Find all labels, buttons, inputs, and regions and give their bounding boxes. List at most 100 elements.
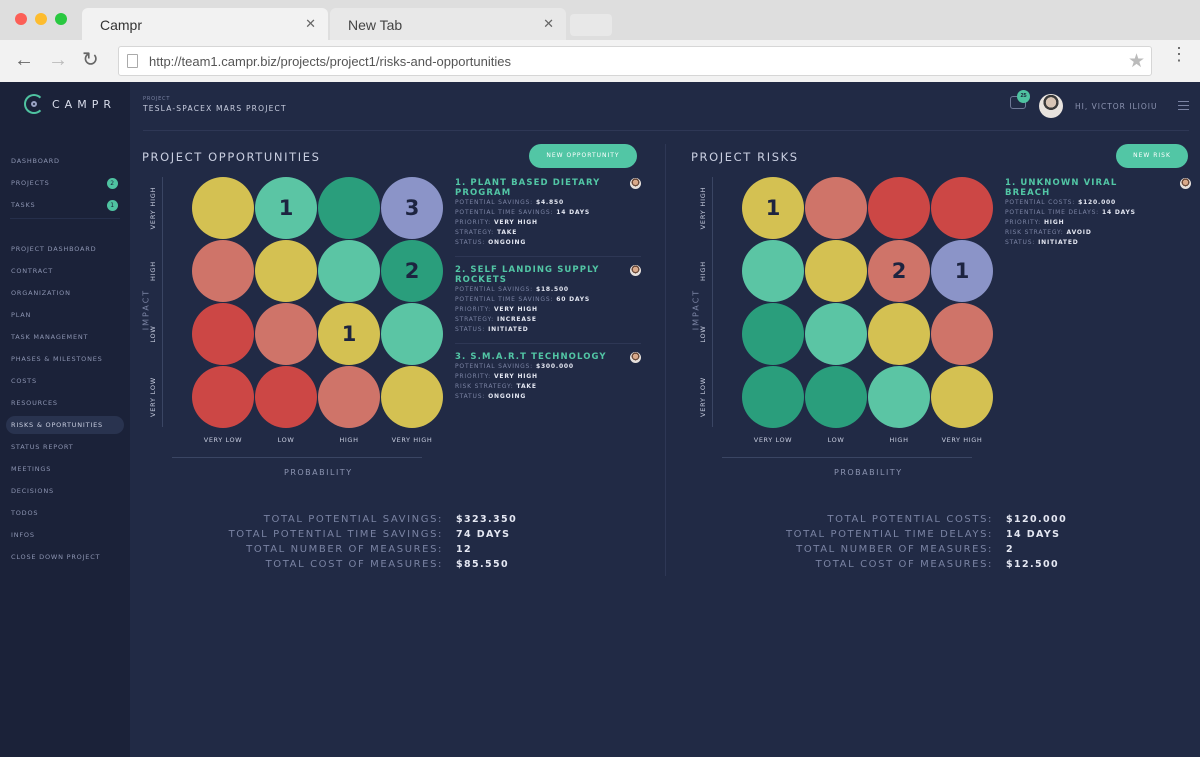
sidebar-item-dashboard[interactable]: DASHBOARD [6, 152, 124, 170]
matrix-cell-salmon[interactable] [931, 303, 993, 365]
matrix-cell-salmon[interactable] [192, 240, 254, 302]
field-value: $300.000 [535, 363, 574, 370]
new-tab-button[interactable] [570, 14, 612, 36]
campr-logo[interactable]: CAMPR [24, 94, 124, 120]
list-item[interactable]: 1. UNKNOWN VIRAL BREACH POTENTIAL COSTS: $… [1005, 178, 1191, 256]
matrix-cell-red[interactable] [192, 366, 254, 428]
matrix-cell-salmon[interactable] [255, 303, 317, 365]
address-bar[interactable]: http://team1.campr.biz/projects/project1… [118, 46, 1152, 76]
field-label: POTENTIAL TIME DELAYS: [1005, 209, 1100, 216]
matrix-cell-green[interactable]: 2 [381, 240, 443, 302]
item-title[interactable]: 3. S.M.A.R.T TECHNOLOGY [455, 352, 615, 362]
field-label: STATUS: [455, 393, 486, 400]
total-value: $323.350 [456, 514, 518, 525]
sidebar-item-projects[interactable]: PROJECTS 2 [6, 174, 124, 192]
matrix-cell-mint[interactable] [318, 240, 380, 302]
matrix-cell-lavender[interactable]: 3 [381, 177, 443, 256]
maximize-window-button[interactable] [55, 13, 67, 25]
back-arrow-icon[interactable]: ← [14, 50, 34, 70]
total-value: $85.550 [456, 559, 510, 570]
matrix-cell-red[interactable] [255, 366, 317, 428]
section-divider [665, 144, 666, 576]
list-item[interactable]: 3. S.M.A.R.T TECHNOLOGY POTENTIAL SAVINGS… [455, 352, 641, 410]
matrix-cell-salmon[interactable] [805, 177, 867, 239]
page-icon [127, 54, 138, 68]
matrix-cell-yellow[interactable] [805, 240, 867, 302]
sidebar-item-label: PROJECTS [11, 179, 50, 187]
sidebar-item-close-down-project[interactable]: CLOSE DOWN PROJECT [6, 548, 124, 566]
new-risk-button[interactable]: NEW RISK [1116, 144, 1188, 168]
matrix-cell-yellow[interactable]: 1 [318, 303, 380, 365]
sidebar-item-tasks[interactable]: TASKS 1 [6, 196, 124, 214]
matrix-cell-salmon[interactable] [318, 366, 380, 428]
close-tab-icon[interactable]: ✕ [305, 16, 316, 32]
matrix-cell-yellow[interactable] [931, 366, 993, 428]
matrix-cell-green[interactable] [805, 366, 867, 428]
reload-icon[interactable]: ↻ [82, 50, 99, 70]
list-item[interactable]: 2. SELF LANDING SUPPLY ROCKETS POTENTIAL … [455, 265, 641, 344]
new-opportunity-button[interactable]: NEW OPPORTUNITY [529, 144, 637, 168]
sidebar-item-risks-oportunities[interactable]: RISKS & OPORTUNITIES [6, 416, 124, 434]
matrix-cell-lavender[interactable]: 1 [931, 240, 993, 319]
sidebar-item-todos[interactable]: TODOS [6, 504, 124, 522]
matrix-cell-yellow[interactable] [868, 303, 930, 365]
sidebar-item-costs[interactable]: COSTS [6, 372, 124, 390]
browser-menu-icon[interactable]: ⋮ [1170, 45, 1188, 63]
hamburger-menu-icon[interactable] [1178, 101, 1189, 110]
field-value: $120.000 [1078, 199, 1116, 206]
sidebar-item-infos[interactable]: INFOS [6, 526, 124, 544]
matrix-cell-mint[interactable] [381, 303, 443, 365]
matrix-cell-mint[interactable] [742, 240, 804, 302]
field-value: 14 DAYS [556, 209, 591, 216]
matrix-cell-yellow[interactable] [381, 366, 443, 428]
hand-pointer-icon [959, 280, 970, 319]
tab-new-tab[interactable]: New Tab ✕ [330, 8, 566, 40]
url-text[interactable]: http://team1.campr.biz/projects/project1… [149, 54, 511, 69]
total-value: 12 [456, 544, 473, 555]
sidebar-item-status-report[interactable]: STATUS REPORT [6, 438, 124, 456]
matrix-cell-salmon[interactable]: 2 [868, 240, 930, 302]
user-avatar[interactable] [1039, 94, 1063, 118]
x-tick-label: VERY LOW [203, 436, 243, 444]
matrix-cell-green[interactable] [742, 303, 804, 365]
cell-count: 1 [278, 196, 294, 220]
close-window-button[interactable] [15, 13, 27, 25]
sidebar-item-organization[interactable]: ORGANIZATION [6, 284, 124, 302]
sidebar-item-task-management[interactable]: TASK MANAGEMENT [6, 328, 124, 346]
item-field: POTENTIAL SAVINGS: $18.500 [455, 285, 641, 295]
matrix-cell-mint[interactable] [805, 303, 867, 365]
total-row: TOTAL POTENTIAL TIME DELAYS: 14 DAYS [693, 529, 1059, 544]
matrix-cell-green[interactable] [742, 366, 804, 428]
matrix-cell-yellow[interactable] [255, 240, 317, 302]
sidebar-item-label: TASKS [11, 201, 36, 209]
sidebar-item-label: MEETINGS [11, 465, 52, 473]
matrix-cell-red[interactable] [868, 177, 930, 239]
forward-arrow-icon[interactable]: → [48, 50, 68, 70]
item-title[interactable]: 1. UNKNOWN VIRAL BREACH [1005, 178, 1165, 198]
user-greeting[interactable]: HI, VICTOR ILIOIU [1075, 102, 1158, 111]
matrix-cell-yellow[interactable] [192, 177, 254, 239]
minimize-window-button[interactable] [35, 13, 47, 25]
item-field: POTENTIAL SAVINGS: $4.850 [455, 198, 641, 208]
sidebar-item-phases-milestones[interactable]: PHASES & MILESTONES [6, 350, 124, 368]
matrix-cell-mint[interactable] [868, 366, 930, 428]
matrix-cell-yellow[interactable]: 1 [742, 177, 804, 239]
sidebar-item-contract[interactable]: CONTRACT [6, 262, 124, 280]
logo-mark-icon [24, 94, 44, 114]
sidebar-item-decisions[interactable]: DECISIONS [6, 482, 124, 500]
item-title[interactable]: 2. SELF LANDING SUPPLY ROCKETS [455, 265, 615, 285]
matrix-cell-green[interactable] [318, 177, 380, 239]
list-item[interactable]: 1. PLANT BASED DIETARY PROGRAM POTENTIAL … [455, 178, 641, 257]
sidebar-item-meetings[interactable]: MEETINGS [6, 460, 124, 478]
matrix-cell-red[interactable] [931, 177, 993, 239]
item-title[interactable]: 1. PLANT BASED DIETARY PROGRAM [455, 178, 615, 198]
sidebar-item-plan[interactable]: PLAN [6, 306, 124, 324]
matrix-cell-red[interactable] [192, 303, 254, 365]
field-label: STATUS: [455, 326, 486, 333]
close-tab-icon[interactable]: ✕ [543, 16, 554, 32]
sidebar-item-resources[interactable]: RESOURCES [6, 394, 124, 412]
tab-campr[interactable]: Campr ✕ [82, 8, 328, 40]
sidebar-item-project-dashboard[interactable]: PROJECT DASHBOARD [6, 240, 124, 258]
bookmark-star-icon[interactable]: ★ [1128, 50, 1145, 73]
matrix-cell-mint[interactable]: 1 [255, 177, 317, 239]
